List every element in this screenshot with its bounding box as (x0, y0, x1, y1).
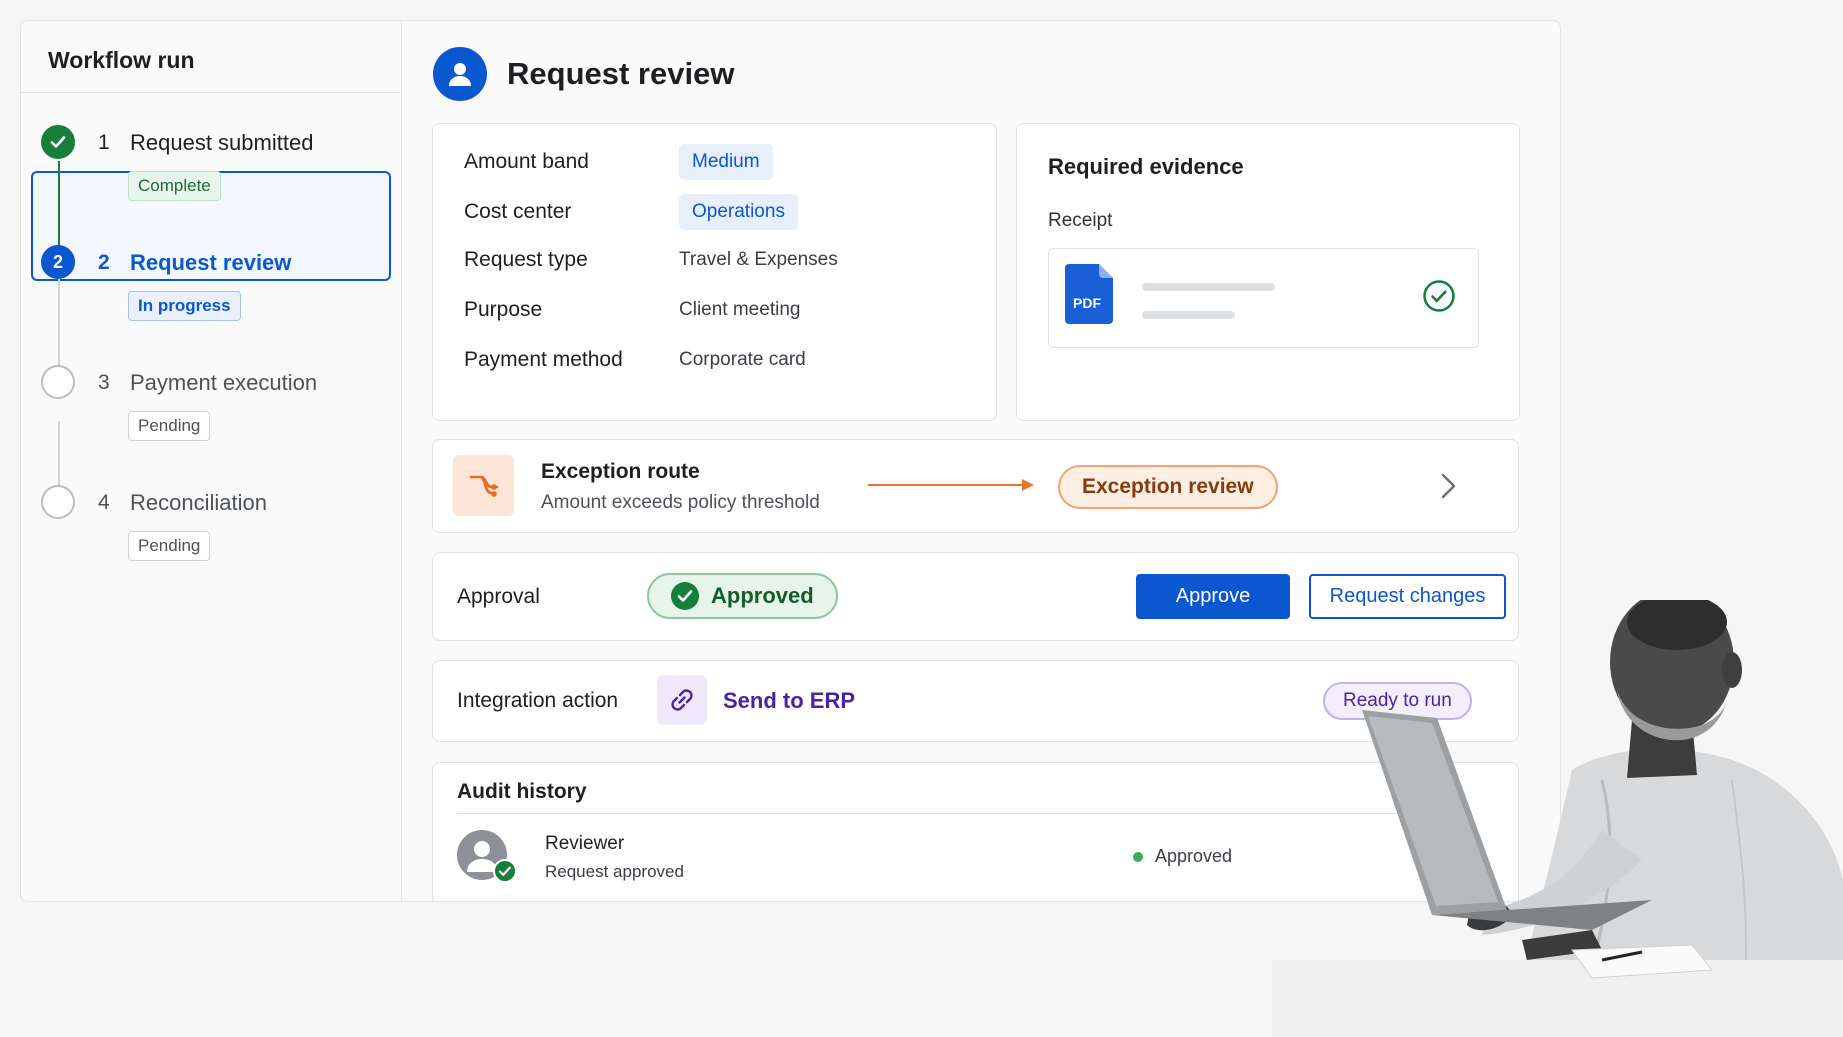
receipt-file[interactable]: PDF (1048, 248, 1479, 348)
amount-band-chip: Medium (679, 144, 773, 180)
empty-circle-icon (41, 365, 75, 399)
step-request-review[interactable]: 2 2 Request review In progress (21, 243, 401, 363)
check-icon (41, 125, 75, 159)
step-label: Reconciliation (130, 490, 267, 515)
detail-value: Client meeting (679, 299, 801, 320)
person-with-laptop-photo (1272, 600, 1843, 1037)
detail-value: Travel & Expenses (679, 249, 838, 270)
step-number: 1 (98, 131, 110, 154)
audit-description: Request approved (545, 862, 684, 881)
approval-label: Approval (457, 585, 540, 608)
check-circle-icon (671, 582, 699, 610)
detail-request-type: Request type Travel & Expenses (464, 248, 838, 272)
step-number: 4 (98, 491, 110, 514)
pdf-label: PDF (1073, 295, 1101, 311)
detail-key: Cost center (464, 200, 572, 223)
file-meta-placeholder (1142, 311, 1235, 319)
audit-actor: Reviewer (545, 833, 625, 854)
detail-cost-center: Cost center Operations (464, 194, 798, 230)
approval-status-pill: Approved (647, 573, 838, 619)
step-reconciliation[interactable]: 4 Reconciliation Pending (21, 483, 401, 603)
integration-label: Integration action (457, 689, 619, 712)
status-badge: Complete (128, 171, 221, 201)
status-badge: Pending (128, 411, 211, 441)
status-dot (1133, 851, 1143, 862)
arrow-right-icon (868, 479, 1034, 491)
request-details-card: Amount band Medium Cost center Operation… (432, 123, 997, 421)
pdf-icon: PDF (1065, 264, 1113, 324)
branch-icon (453, 455, 514, 516)
step-number: 2 (98, 251, 110, 274)
detail-key: Purpose (464, 298, 543, 321)
required-evidence-card: Required evidence Receipt PDF (1016, 123, 1520, 421)
audit-status: Approved (1133, 846, 1232, 867)
detail-payment-method: Payment method Corporate card (464, 348, 806, 372)
status-badge: Pending (128, 531, 211, 561)
link-icon (657, 675, 707, 725)
exception-route-card[interactable]: Exception route Amount exceeds policy th… (432, 439, 1519, 533)
file-name-placeholder (1142, 283, 1275, 291)
approval-status-text: Approved (711, 583, 814, 608)
exception-review-pill: Exception review (1058, 465, 1278, 509)
detail-key: Amount band (464, 150, 589, 173)
chevron-right-icon[interactable] (1438, 471, 1460, 501)
step-number-badge: 2 (41, 245, 75, 279)
page-title: Request review (507, 56, 735, 91)
step-number: 3 (98, 371, 110, 394)
audit-status-text: Approved (1155, 846, 1233, 866)
workflow-sidebar: Workflow run 1 Request submitted Complet… (21, 21, 402, 901)
step-list: 1 Request submitted Complete 2 2 Request… (21, 93, 401, 603)
detail-key: Request type (464, 248, 588, 271)
detail-amount-band: Amount band Medium (464, 144, 773, 180)
evidence-title: Required evidence (1048, 154, 1244, 179)
detail-value: Corporate card (679, 349, 806, 370)
detail-purpose: Purpose Client meeting (464, 298, 800, 322)
step-label: Payment execution (130, 370, 318, 395)
check-circle-icon (1423, 280, 1455, 312)
empty-circle-icon (41, 485, 75, 519)
exception-subtitle: Amount exceeds policy threshold (541, 492, 820, 513)
evidence-subtitle: Receipt (1048, 210, 1113, 231)
step-label: Request submitted (130, 130, 314, 155)
sidebar-title: Workflow run (21, 21, 401, 93)
page-header: Request review (433, 47, 734, 101)
detail-key: Payment method (464, 348, 623, 371)
step-request-submitted[interactable]: 1 Request submitted Complete (21, 123, 401, 243)
send-to-erp-action[interactable]: Send to ERP (723, 688, 855, 714)
status-badge: In progress (128, 291, 241, 321)
step-label: Request review (130, 250, 292, 275)
audit-title: Audit history (457, 780, 587, 803)
cost-center-chip: Operations (679, 194, 798, 230)
step-payment-execution[interactable]: 3 Payment execution Pending (21, 363, 401, 483)
approve-button[interactable]: Approve (1136, 574, 1290, 619)
check-circle-icon (493, 859, 517, 883)
user-icon (433, 47, 487, 101)
exception-title: Exception route (541, 460, 700, 483)
